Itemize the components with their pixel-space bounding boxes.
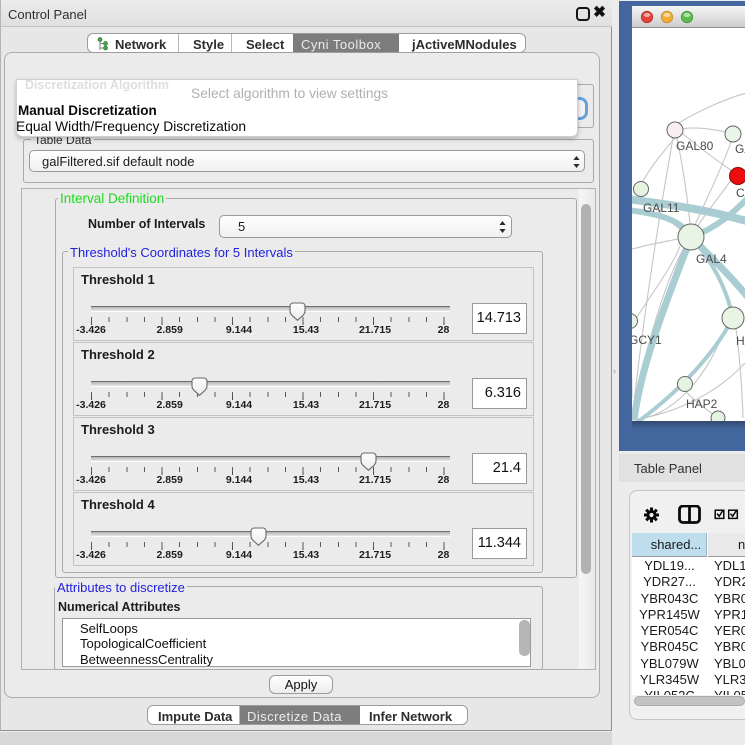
- svg-text:GA: GA: [735, 142, 745, 156]
- svg-text:HAP2: HAP2: [686, 397, 718, 411]
- svg-text:GAL4: GAL4: [696, 252, 727, 266]
- svg-text:GAL80: GAL80: [676, 139, 714, 153]
- svg-text:CA: CA: [736, 186, 745, 200]
- svg-text:GAL11: GAL11: [643, 201, 680, 215]
- svg-text:GCY1: GCY1: [632, 333, 662, 347]
- svg-text:HA: HA: [736, 334, 745, 348]
